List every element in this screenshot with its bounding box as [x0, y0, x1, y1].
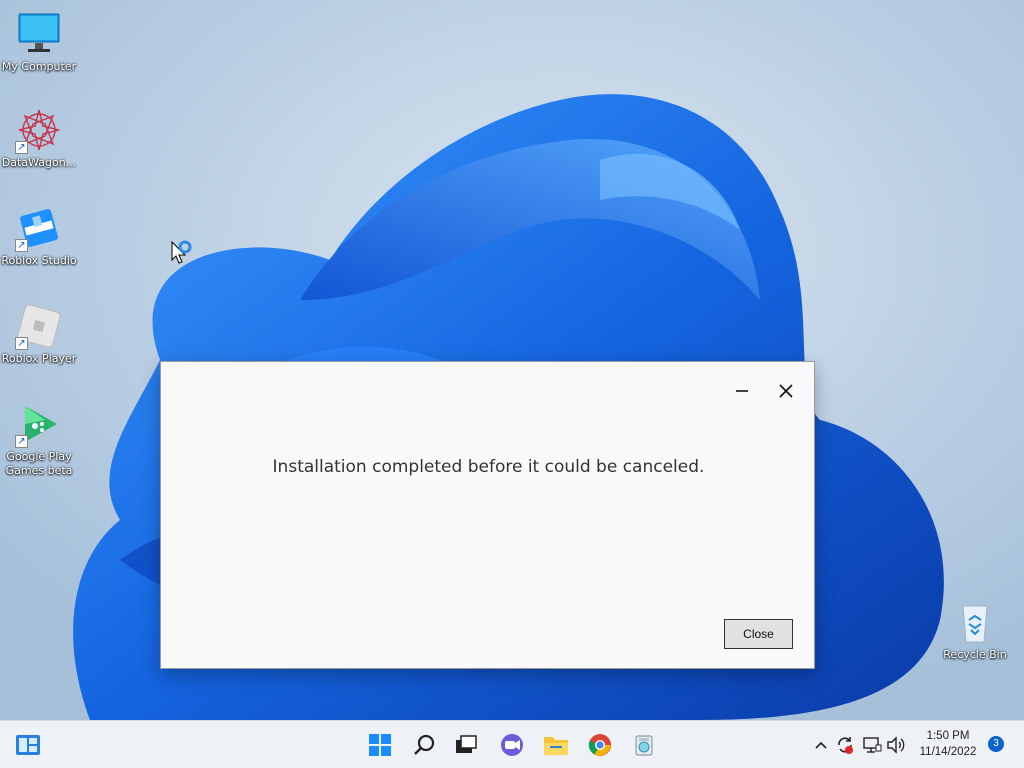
chat-button[interactable]	[496, 729, 528, 761]
sync-status-button[interactable]	[835, 735, 855, 755]
sync-error-icon	[838, 737, 853, 754]
desktop-icon-label: Roblox Studio	[1, 254, 77, 267]
installer-dialog: Installation completed before it could b…	[160, 361, 815, 669]
start-button[interactable]	[364, 729, 396, 761]
file-explorer-icon	[544, 737, 568, 755]
desktop-icon-recycle-bin[interactable]: Recycle Bin	[936, 598, 1014, 662]
desktop-icon-my-computer[interactable]: My Computer	[0, 10, 78, 74]
desktop-icon-roblox-studio[interactable]: ↗ Roblox Studio	[0, 204, 78, 268]
desktop-icon-label: Roblox Player	[1, 352, 77, 365]
taskbar: 1:50 PM 11/14/2022 3	[0, 720, 1024, 768]
search-icon	[414, 734, 435, 755]
roblox-player-icon: ↗	[15, 302, 63, 350]
desktop-icon-label: Google Play Games beta	[5, 450, 73, 477]
widgets-icon	[16, 735, 40, 755]
installer-button[interactable]	[628, 729, 660, 761]
busy-cursor-icon	[171, 240, 192, 264]
desktop-icon-datawagon[interactable]: ↗ DataWagon...	[0, 106, 78, 170]
shortcut-arrow-icon: ↗	[15, 337, 28, 350]
start-icon	[369, 734, 391, 756]
minimize-icon	[736, 390, 748, 392]
dialog-message: Installation completed before it could b…	[272, 457, 705, 477]
notification-badge[interactable]: 3	[988, 736, 1004, 752]
volume-button[interactable]	[886, 735, 906, 755]
desktop-icon-label: My Computer	[1, 60, 77, 73]
widgets-button[interactable]	[12, 729, 44, 761]
window-close-button[interactable]	[771, 376, 801, 406]
shortcut-arrow-icon: ↗	[15, 435, 28, 448]
monitor-icon	[15, 10, 63, 58]
desktop-icon-roblox-player[interactable]: ↗ Roblox Player	[0, 302, 78, 366]
chrome-button[interactable]	[584, 729, 616, 761]
file-explorer-button[interactable]	[540, 729, 572, 761]
shortcut-arrow-icon: ↗	[15, 141, 28, 154]
chevron-up-icon	[815, 741, 827, 749]
minimize-button[interactable]	[727, 376, 757, 406]
desktop-icon-label: Recycle Bin	[943, 648, 1007, 661]
shortcut-arrow-icon: ↗	[15, 239, 28, 252]
roblox-studio-icon: ↗	[15, 204, 63, 252]
taskbar-clock[interactable]: 1:50 PM 11/14/2022	[912, 728, 984, 760]
datawagon-icon: ↗	[15, 106, 63, 154]
clock-date: 11/14/2022	[919, 746, 977, 758]
volume-icon	[887, 736, 905, 754]
task-view-button[interactable]	[450, 729, 482, 761]
show-hidden-icons-button[interactable]	[811, 735, 831, 755]
desktop-icon-label: DataWagon...	[1, 156, 77, 169]
network-button[interactable]	[862, 735, 882, 755]
chat-icon	[501, 734, 523, 756]
network-icon	[863, 737, 882, 753]
desktop-icon-google-play-games[interactable]: ↗ Google Play Games beta	[0, 400, 78, 478]
google-play-games-icon: ↗	[15, 400, 63, 448]
close-button[interactable]: Close	[724, 619, 793, 649]
close-icon	[779, 384, 793, 398]
clock-time: 1:50 PM	[926, 730, 970, 742]
recycle-bin-icon	[951, 598, 999, 646]
chrome-icon	[588, 734, 611, 756]
search-button[interactable]	[408, 729, 440, 761]
task-view-icon	[456, 735, 477, 753]
installer-icon	[635, 735, 653, 756]
